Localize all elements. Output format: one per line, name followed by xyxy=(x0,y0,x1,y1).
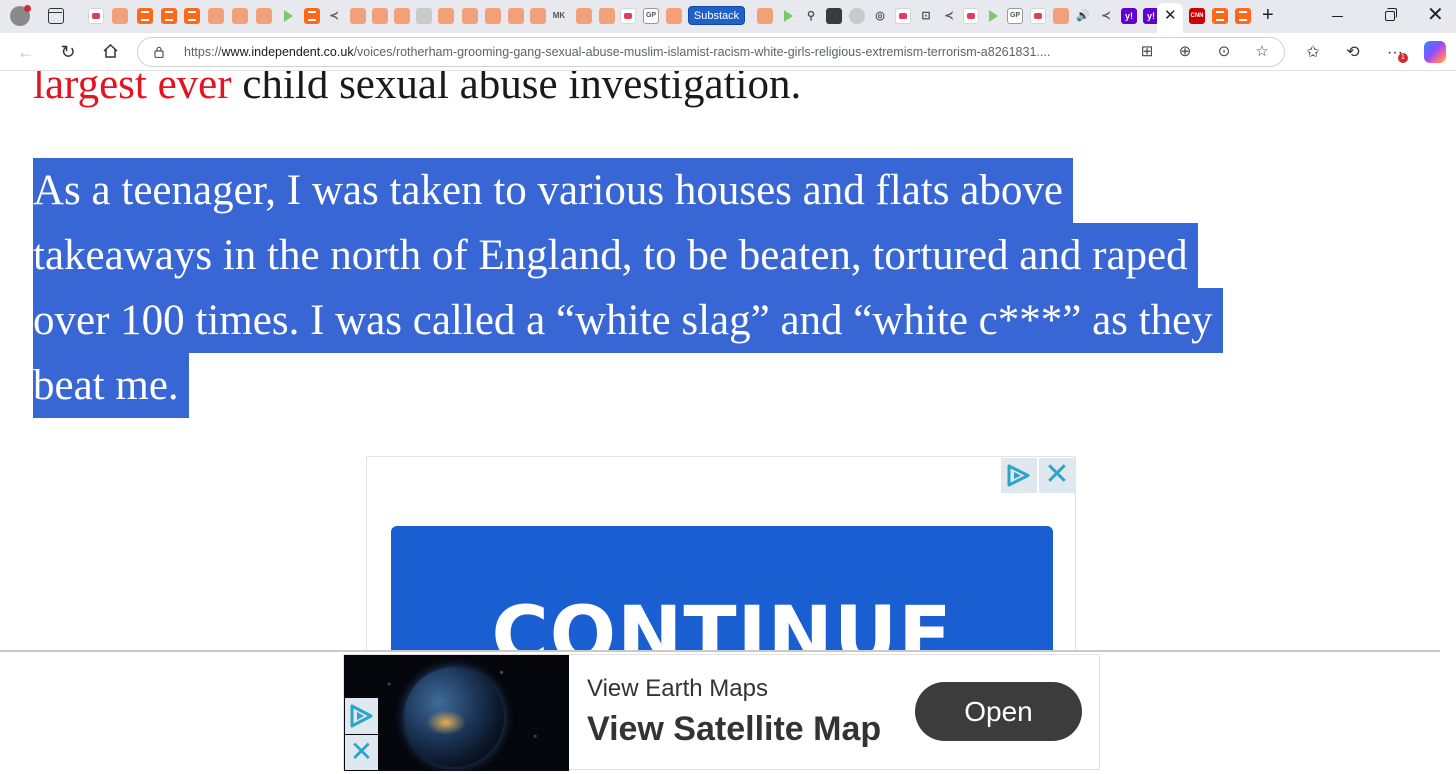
page-content: largest ever child sexual abuse investig… xyxy=(0,71,1440,774)
notification-badge: 1 xyxy=(1398,53,1408,63)
tab-substack-icon[interactable] xyxy=(350,8,366,24)
tab-substack-icon[interactable] xyxy=(485,8,501,24)
minimize-button[interactable] xyxy=(1332,16,1343,17)
tab-generic-icon[interactable]: ≺ xyxy=(1098,8,1114,24)
tab-substack-icon[interactable] xyxy=(256,8,272,24)
tab-audio-icon[interactable]: 🔊 xyxy=(1075,8,1091,24)
selected-text-line: As a teenager, I was taken to various ho… xyxy=(33,158,1073,223)
tab-substack-icon[interactable] xyxy=(184,8,200,24)
restore-button[interactable] xyxy=(1385,8,1397,21)
article-text: child sexual abuse investigation. xyxy=(231,71,802,108)
tab-substack-icon[interactable] xyxy=(438,8,454,24)
selected-text-line: over 100 times. I was called a “white sl… xyxy=(33,288,1223,353)
tab-strip: ≺ MK GP Substack ⚲ ◎ ⊡ ≺ GP 🔊 ≺ y! y! ✕ … xyxy=(0,0,1456,33)
tab-substack-icon[interactable] xyxy=(1235,8,1251,24)
tab-gp-icon[interactable]: GP xyxy=(1007,8,1023,24)
adchoices-icon xyxy=(1007,464,1030,487)
favorite-star-icon[interactable]: ☆ xyxy=(1253,43,1271,61)
sticky-ad[interactable]: ✕ View Earth Maps View Satellite Map Ope… xyxy=(343,654,1100,771)
selected-text-line: beat me. xyxy=(33,353,189,418)
tab-play-icon[interactable] xyxy=(985,8,1001,24)
tab-yahoo-icon[interactable]: y! xyxy=(1121,8,1137,24)
tab-cnn-icon[interactable]: CNN xyxy=(1189,8,1205,24)
tab-substack-icon[interactable] xyxy=(394,8,410,24)
tab-substack-icon[interactable] xyxy=(462,8,478,24)
zoom-icon[interactable]: ⊕ xyxy=(1176,43,1194,61)
tab-lock-icon[interactable] xyxy=(416,8,432,24)
address-bar[interactable]: https://www.independent.co.uk/voices/rot… xyxy=(137,37,1285,67)
selected-quote-paragraph: As a teenager, I was taken to various ho… xyxy=(33,158,1433,418)
tab-substack-icon[interactable] xyxy=(1212,8,1228,24)
close-ad-icon[interactable]: ✕ xyxy=(345,735,378,770)
reload-button[interactable]: ↻ xyxy=(56,40,80,64)
tab-generic-icon[interactable]: ◎ xyxy=(872,8,888,24)
close-ad-icon[interactable]: ✕ xyxy=(1039,458,1075,493)
favorites-icon[interactable]: ✩ xyxy=(1302,42,1324,64)
history-icon[interactable]: ⟲ xyxy=(1342,42,1364,64)
tab-generic-icon[interactable]: ≺ xyxy=(326,8,342,24)
tab-youtube-icon[interactable] xyxy=(88,8,104,24)
tab-actions-icon[interactable] xyxy=(48,8,64,24)
tab-substack-icon[interactable] xyxy=(232,8,248,24)
tab-gp-icon[interactable]: GP xyxy=(643,8,659,24)
tab-youtube-icon[interactable] xyxy=(620,8,636,24)
lock-icon[interactable] xyxy=(154,46,164,58)
tab-substack-icon[interactable] xyxy=(208,8,224,24)
url-path: /voices/rotherham-grooming-gang-sexual-a… xyxy=(353,45,1051,59)
tab-substack-icon[interactable] xyxy=(757,8,773,24)
new-tab-button[interactable]: + xyxy=(1262,5,1274,25)
tab-substack-icon[interactable] xyxy=(161,8,177,24)
tab-substack-label[interactable]: Substack xyxy=(688,6,745,25)
url-text[interactable]: https://www.independent.co.uk/voices/rot… xyxy=(184,45,1114,59)
selected-text-line: takeaways in the north of England, to be… xyxy=(33,223,1198,288)
tab-youtube-icon[interactable] xyxy=(895,8,911,24)
tab-play-icon[interactable] xyxy=(280,8,296,24)
tab-generic-icon[interactable] xyxy=(826,8,842,24)
adchoices-icon[interactable] xyxy=(1001,458,1037,493)
tab-substack-icon[interactable] xyxy=(304,8,320,24)
tab-substack-icon[interactable] xyxy=(599,8,615,24)
tab-substack-icon[interactable] xyxy=(508,8,524,24)
open-button[interactable]: Open xyxy=(915,682,1082,741)
tab-generic-icon[interactable]: ≺ xyxy=(941,8,957,24)
adchoices-icon[interactable] xyxy=(345,698,378,734)
article-paragraph: largest ever child sexual abuse investig… xyxy=(33,71,801,111)
tab-play-icon[interactable] xyxy=(780,8,796,24)
tab-substack-icon[interactable] xyxy=(372,8,388,24)
tab-substack-icon[interactable] xyxy=(112,8,128,24)
app-available-icon[interactable]: ⊞ xyxy=(1138,43,1156,61)
tab-substack-icon[interactable] xyxy=(666,8,682,24)
tab-avatar-icon[interactable] xyxy=(849,8,865,24)
city-lights xyxy=(426,710,466,735)
sticky-ad-bar: ✕ View Earth Maps View Satellite Map Ope… xyxy=(0,650,1440,774)
url-host: www.independent.co.uk xyxy=(221,45,354,59)
tab-mk-icon[interactable]: MK xyxy=(551,8,567,24)
browser-toolbar: ← ↻ https://www.independent.co.uk/voices… xyxy=(0,33,1456,71)
copilot-icon[interactable] xyxy=(1424,41,1446,63)
close-tab-icon[interactable]: ✕ xyxy=(1164,7,1177,25)
tab-substack-icon[interactable] xyxy=(137,8,153,24)
article-link[interactable]: largest ever xyxy=(33,71,232,108)
url-prefix: https:// xyxy=(184,45,222,59)
profile-avatar-icon[interactable] xyxy=(10,5,31,26)
tab-search-icon[interactable]: ⚲ xyxy=(803,8,819,24)
ad-headline: View Satellite Map xyxy=(587,710,882,748)
adchoices-icon xyxy=(350,704,373,728)
tab-substack-icon[interactable] xyxy=(1053,8,1069,24)
back-button[interactable]: ← xyxy=(14,40,38,64)
tab-substack-icon[interactable] xyxy=(576,8,592,24)
tab-substack-icon[interactable] xyxy=(530,8,546,24)
read-aloud-icon[interactable]: ⊙ xyxy=(1215,43,1233,61)
ad-eyebrow: View Earth Maps xyxy=(587,675,768,702)
close-window-button[interactable]: ✕ xyxy=(1427,5,1444,25)
home-icon[interactable] xyxy=(103,44,118,58)
tab-generic-icon[interactable]: ⊡ xyxy=(918,8,934,24)
tab-youtube-icon[interactable] xyxy=(963,8,979,24)
tab-youtube-icon[interactable] xyxy=(1030,8,1046,24)
